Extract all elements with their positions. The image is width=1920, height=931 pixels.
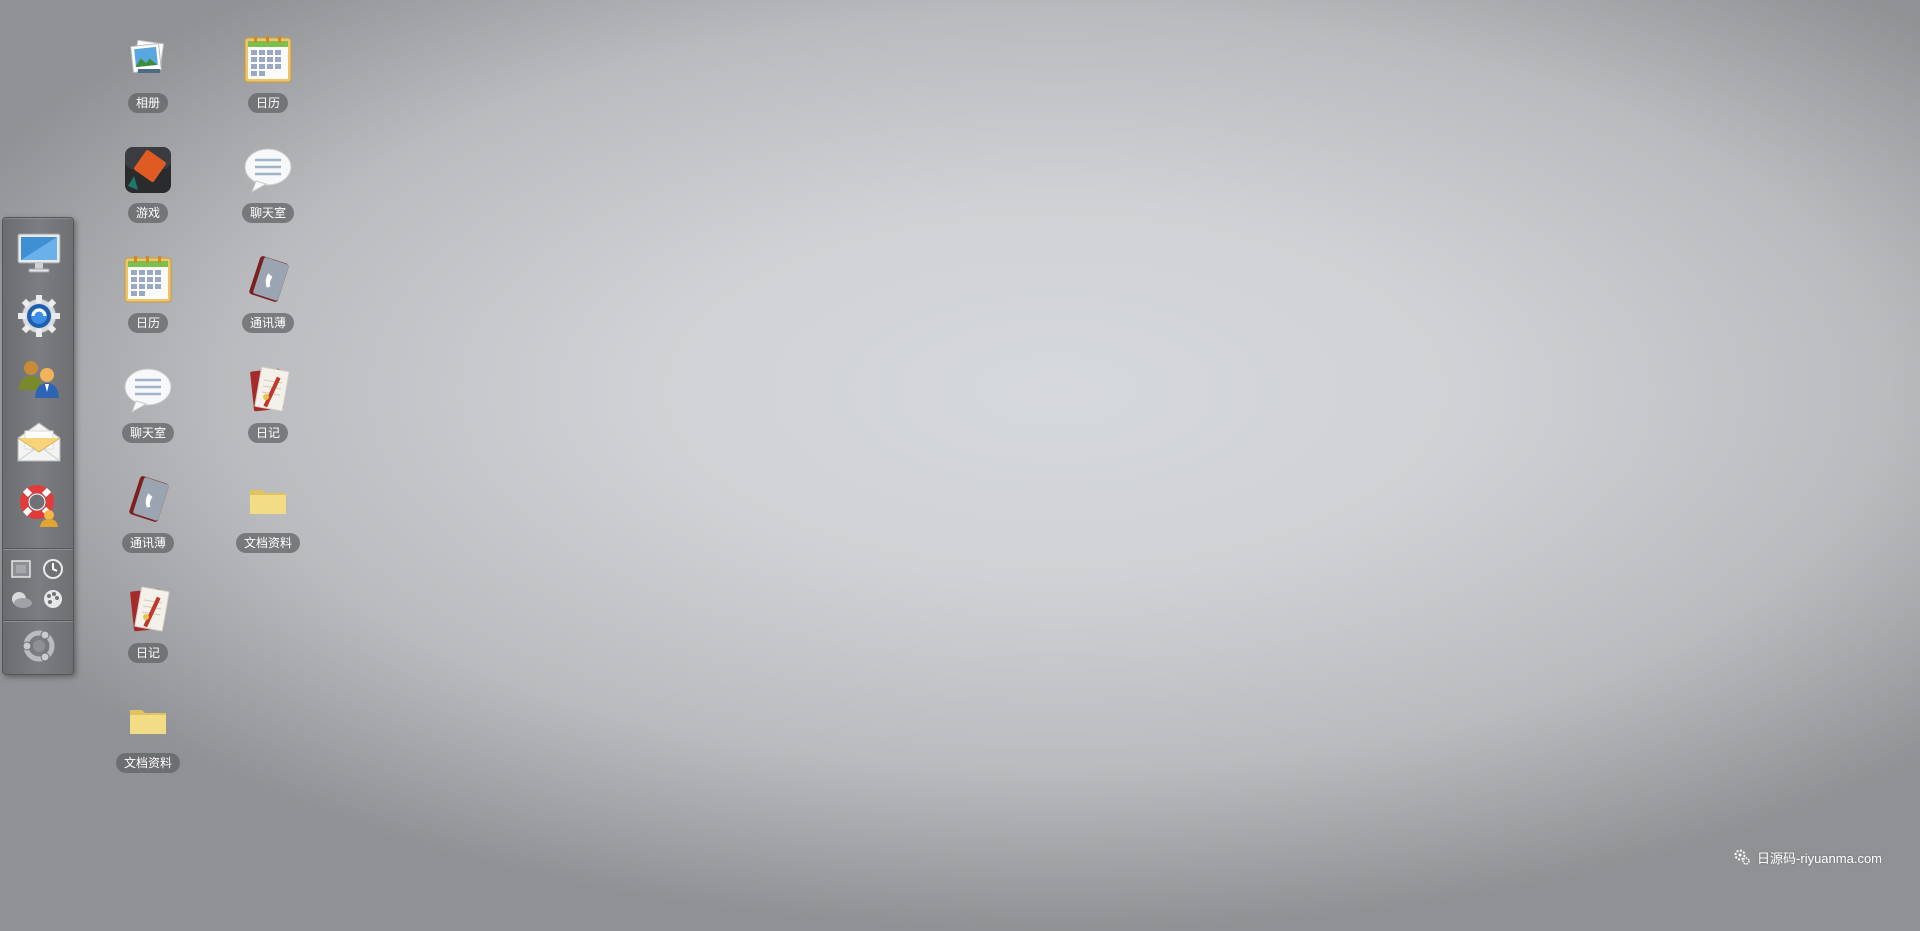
calendar-icon xyxy=(124,256,172,304)
dock-app-users[interactable] xyxy=(16,356,62,402)
dock-app-mail[interactable] xyxy=(16,419,62,465)
desktop-icon-chat[interactable]: 聊天室 xyxy=(213,146,323,246)
desktop-icon-label: 游戏 xyxy=(127,203,168,223)
monitor-icon xyxy=(17,233,61,273)
desktop-icon-label: 日历 xyxy=(127,313,168,333)
desktop-icon-diary[interactable]: 日记 xyxy=(213,366,323,466)
desktop-icon-calendar[interactable]: 日历 xyxy=(213,36,323,136)
desktop-icon-label: 聊天室 xyxy=(121,423,174,443)
desktop-icon-label: 日历 xyxy=(247,93,288,113)
folder-icon xyxy=(244,476,292,524)
calendar-icon xyxy=(244,36,292,84)
dock-tool-fullscreen[interactable] xyxy=(9,557,33,581)
chat-bubble-icon xyxy=(124,366,172,414)
theme-palette-icon xyxy=(44,590,62,608)
watermark-text: 日源码-riyuanma.com xyxy=(1757,850,1882,866)
folder-icon xyxy=(124,696,172,744)
desktop-icon-label: 文档资料 xyxy=(235,533,300,553)
game-icon xyxy=(124,146,172,194)
help-lifebuoy-icon xyxy=(20,485,58,527)
desktop-icon-chat[interactable]: 聊天室 xyxy=(93,366,203,466)
watermark: 日源码-riyuanma.com xyxy=(1733,847,1882,867)
dock-tool-weather[interactable] xyxy=(9,587,33,611)
desktop-icon-game[interactable]: 游戏 xyxy=(93,146,203,246)
start-menu-icon xyxy=(22,630,55,662)
dock-app-settings[interactable] xyxy=(16,293,62,339)
desktop-icon-address-book[interactable]: 通讯薄 xyxy=(93,476,203,576)
chat-bubble-icon xyxy=(244,146,292,194)
dock xyxy=(2,217,74,675)
dock-app-monitor[interactable] xyxy=(16,230,62,276)
desktop-icon-label: 通讯薄 xyxy=(241,313,294,333)
desktop-icon-diary[interactable]: 日记 xyxy=(93,586,203,686)
photo-album-icon xyxy=(124,36,172,84)
desktop-icon-calendar[interactable]: 日历 xyxy=(93,256,203,356)
desktop-icon-address-book[interactable]: 通讯薄 xyxy=(213,256,323,356)
dock-start-button[interactable] xyxy=(17,624,61,668)
desktop-icon-documents[interactable]: 文档资料 xyxy=(93,696,203,796)
dock-divider xyxy=(3,548,73,550)
desktop-icon-label: 日记 xyxy=(247,423,288,443)
desktop-icon-photo-album[interactable]: 相册 xyxy=(93,36,203,136)
address-book-icon xyxy=(244,256,292,304)
dock-app-help[interactable] xyxy=(16,482,62,528)
dock-tool-clock[interactable] xyxy=(41,557,65,581)
settings-gear-icon xyxy=(18,295,60,337)
mail-envelope-icon xyxy=(17,422,61,462)
diary-icon xyxy=(244,366,292,414)
weather-icon xyxy=(12,592,32,608)
desktop-icon-label: 文档资料 xyxy=(115,753,180,773)
clock-icon xyxy=(43,559,63,579)
desktop-icon-label: 日记 xyxy=(127,643,168,663)
desktop-icon-label: 相册 xyxy=(127,93,168,113)
desktop-icon-label: 通讯薄 xyxy=(121,533,174,553)
fullscreen-icon xyxy=(11,560,31,578)
dock-divider xyxy=(3,620,73,622)
address-book-icon xyxy=(124,476,172,524)
dock-tool-theme[interactable] xyxy=(41,587,65,611)
desktop[interactable]: 相册 日历 游戏 聊天室 日历 通讯薄 聊天室 日记 通讯薄 文档资料 日记 文… xyxy=(0,0,1920,931)
diary-icon xyxy=(124,586,172,634)
users-icon xyxy=(19,361,59,398)
desktop-icon-label: 聊天室 xyxy=(241,203,294,223)
gear-cluster-icon xyxy=(1734,849,1750,865)
desktop-icon-documents[interactable]: 文档资料 xyxy=(213,476,323,576)
